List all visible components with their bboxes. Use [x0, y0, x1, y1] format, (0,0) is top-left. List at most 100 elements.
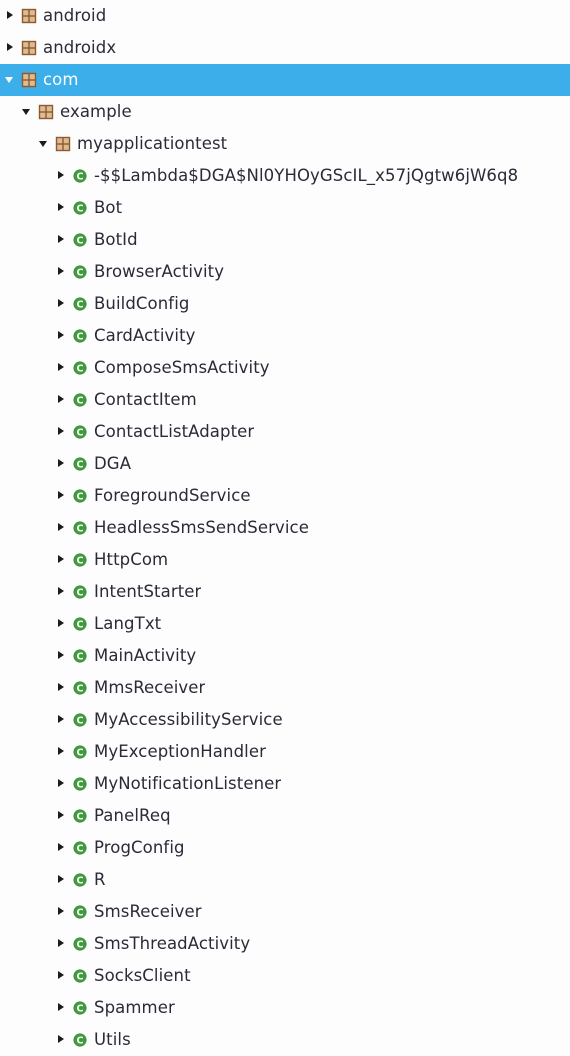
svg-text:C: C [77, 300, 84, 311]
class-icon: C [72, 968, 88, 984]
package-icon [21, 72, 37, 88]
tree-row[interactable]: C BrowserActivity [0, 256, 570, 288]
svg-text:C: C [77, 556, 84, 567]
chevron-right-icon[interactable] [55, 1024, 68, 1056]
chevron-right-icon[interactable] [55, 928, 68, 960]
chevron-right-icon[interactable] [55, 800, 68, 832]
class-icon: C [72, 1000, 88, 1016]
tree-row[interactable]: C Spammer [0, 992, 570, 1024]
tree-row[interactable]: C PanelReq [0, 800, 570, 832]
chevron-right-icon[interactable] [55, 896, 68, 928]
chevron-down-icon[interactable] [38, 128, 51, 160]
tree-node-label: LangTxt [94, 614, 162, 633]
tree-row[interactable]: C Utils [0, 1024, 570, 1056]
svg-text:C: C [77, 780, 84, 791]
tree-row[interactable]: C MyNotificationListener [0, 768, 570, 800]
class-icon: C [72, 264, 88, 280]
svg-text:C: C [77, 908, 84, 919]
chevron-right-icon[interactable] [55, 448, 68, 480]
tree-row[interactable]: C Bot [0, 192, 570, 224]
chevron-right-icon[interactable] [55, 320, 68, 352]
chevron-right-icon[interactable] [55, 704, 68, 736]
chevron-right-icon[interactable] [55, 640, 68, 672]
chevron-right-icon[interactable] [55, 992, 68, 1024]
tree-row[interactable]: myapplicationtest [0, 128, 570, 160]
tree-row[interactable]: C MainActivity [0, 640, 570, 672]
tree-row[interactable]: C BotId [0, 224, 570, 256]
chevron-right-icon[interactable] [55, 672, 68, 704]
tree-row[interactable]: C ContactListAdapter [0, 416, 570, 448]
chevron-right-icon[interactable] [55, 256, 68, 288]
class-icon: C [72, 360, 88, 376]
tree-row[interactable]: C SocksClient [0, 960, 570, 992]
tree-row[interactable]: C SmsThreadActivity [0, 928, 570, 960]
package-icon [21, 40, 37, 56]
chevron-right-icon[interactable] [55, 832, 68, 864]
chevron-right-icon[interactable] [55, 544, 68, 576]
tree-node-label: myapplicationtest [77, 134, 228, 153]
class-icon: C [72, 840, 88, 856]
tree-node-label: BotId [94, 230, 138, 249]
tree-row[interactable]: androidx [0, 32, 570, 64]
tree-node-label: DGA [94, 454, 132, 473]
tree-node-label: MyNotificationListener [94, 774, 282, 793]
svg-text:C: C [77, 428, 84, 439]
chevron-right-icon[interactable] [55, 288, 68, 320]
chevron-down-icon[interactable] [21, 96, 34, 128]
chevron-right-icon[interactable] [4, 32, 17, 64]
chevron-down-icon[interactable] [4, 64, 17, 96]
tree-row[interactable]: C ComposeSmsActivity [0, 352, 570, 384]
tree-node-label: BrowserActivity [94, 262, 225, 281]
class-icon: C [72, 744, 88, 760]
chevron-right-icon[interactable] [55, 384, 68, 416]
chevron-right-icon[interactable] [55, 576, 68, 608]
project-structure-tree[interactable]: android androidx com example myapplicationte… [0, 0, 570, 1049]
package-icon [38, 104, 54, 120]
svg-text:C: C [77, 716, 84, 727]
tree-node-label: SocksClient [94, 966, 191, 985]
tree-row[interactable]: C MyExceptionHandler [0, 736, 570, 768]
chevron-right-icon[interactable] [55, 480, 68, 512]
tree-row[interactable]: C BuildConfig [0, 288, 570, 320]
tree-row[interactable]: C ForegroundService [0, 480, 570, 512]
chevron-right-icon[interactable] [55, 192, 68, 224]
tree-row[interactable]: example [0, 96, 570, 128]
chevron-right-icon[interactable] [55, 352, 68, 384]
tree-row[interactable]: android [0, 0, 570, 32]
tree-row[interactable]: C LangTxt [0, 608, 570, 640]
tree-row[interactable]: CR [0, 864, 570, 896]
tree-row[interactable]: com [0, 64, 570, 96]
tree-row[interactable]: C SmsReceiver [0, 896, 570, 928]
chevron-right-icon[interactable] [55, 960, 68, 992]
tree-row[interactable]: C -$$Lambda$DGA$Nl0YHOyGScIL_x57jQgtw6jW6… [0, 160, 570, 192]
tree-row[interactable]: C IntentStarter [0, 576, 570, 608]
chevron-right-icon[interactable] [55, 224, 68, 256]
chevron-right-icon[interactable] [4, 0, 17, 32]
tree-node-label: MyExceptionHandler [94, 742, 266, 761]
tree-row[interactable]: C ContactItem [0, 384, 570, 416]
tree-node-label: PanelReq [94, 806, 171, 825]
tree-row[interactable]: C ProgConfig [0, 832, 570, 864]
chevron-right-icon[interactable] [55, 736, 68, 768]
tree-row[interactable]: C HeadlessSmsSendService [0, 512, 570, 544]
class-icon: C [72, 584, 88, 600]
chevron-right-icon[interactable] [55, 864, 68, 896]
svg-text:C: C [77, 1036, 84, 1047]
tree-row[interactable]: C MyAccessibilityService [0, 704, 570, 736]
chevron-right-icon[interactable] [55, 608, 68, 640]
tree-row[interactable]: C MmsReceiver [0, 672, 570, 704]
svg-text:C: C [77, 492, 84, 503]
class-icon: C [72, 616, 88, 632]
chevron-right-icon[interactable] [55, 160, 68, 192]
chevron-right-icon[interactable] [55, 416, 68, 448]
chevron-right-icon[interactable] [55, 768, 68, 800]
tree-row[interactable]: C CardActivity [0, 320, 570, 352]
class-icon: C [72, 456, 88, 472]
class-icon: C [72, 328, 88, 344]
tree-row[interactable]: C DGA [0, 448, 570, 480]
tree-node-label: com [43, 70, 79, 89]
chevron-right-icon[interactable] [55, 512, 68, 544]
class-icon: C [72, 200, 88, 216]
class-icon: C [72, 904, 88, 920]
tree-row[interactable]: C HttpCom [0, 544, 570, 576]
